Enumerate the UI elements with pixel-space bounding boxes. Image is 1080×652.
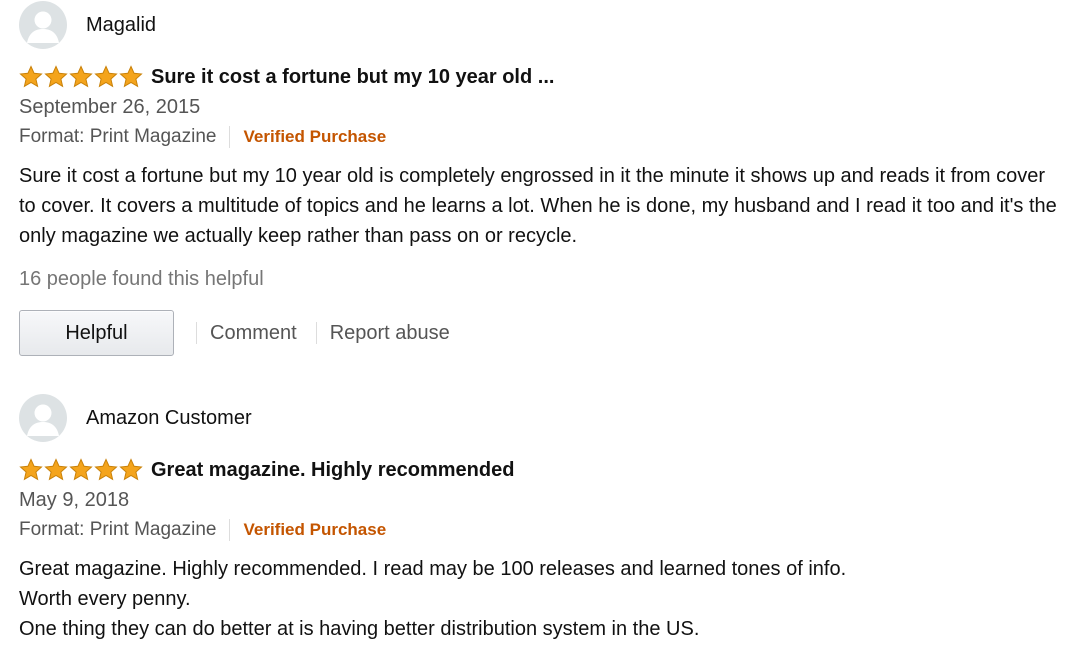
avatar-icon[interactable]: [19, 394, 67, 442]
format-link[interactable]: Format: Print Magazine: [19, 126, 216, 148]
reviewer-name[interactable]: Magalid: [86, 14, 156, 37]
format-link[interactable]: Format: Print Magazine: [19, 519, 216, 541]
review-title-link[interactable]: Sure it cost a fortune but my 10 year ol…: [151, 66, 554, 89]
review-text-line: Worth every penny.: [19, 588, 191, 610]
star-rating[interactable]: [19, 65, 143, 89]
review-heading: Great magazine. Highly recommended: [19, 456, 1059, 484]
helpful-count: 16 people found this helpful: [19, 268, 264, 290]
star-icon: [19, 458, 43, 481]
star-icon: [19, 65, 43, 88]
star-icon: [94, 65, 118, 88]
report-abuse-link[interactable]: Report abuse: [330, 322, 450, 345]
helpful-button[interactable]: Helpful: [19, 310, 174, 356]
review-format-row: Format: Print Magazine Verified Purchase: [19, 122, 1059, 152]
review-text: Sure it cost a fortune but my 10 year ol…: [19, 165, 1057, 247]
star-rating[interactable]: [19, 458, 143, 482]
star-icon: [44, 65, 68, 88]
divider: [196, 322, 197, 344]
comment-link[interactable]: Comment: [210, 322, 297, 345]
review-title-link[interactable]: Great magazine. Highly recommended: [151, 459, 514, 482]
reviewer-profile[interactable]: Magalid: [19, 0, 1059, 50]
verified-purchase-badge: Verified Purchase: [243, 520, 387, 539]
review-text-line: Great magazine. Highly recommended. I re…: [19, 558, 847, 580]
review: Magalid Sure it cost a fortune but my 10…: [19, 0, 1059, 357]
divider: [229, 519, 231, 541]
divider: [229, 126, 231, 148]
verified-purchase-badge: Verified Purchase: [243, 127, 387, 146]
review-date: September 26, 2015: [19, 96, 201, 118]
review-format-row: Format: Print Magazine Verified Purchase: [19, 515, 1059, 545]
divider: [315, 322, 317, 344]
star-icon: [94, 458, 118, 481]
reviewer-name[interactable]: Amazon Customer: [86, 407, 252, 430]
review-text-line: One thing they can do better at is havin…: [19, 618, 700, 640]
review-body: Great magazine. Highly recommended. I re…: [19, 554, 1059, 644]
review-heading: Sure it cost a fortune but my 10 year ol…: [19, 63, 1059, 91]
review-body: Sure it cost a fortune but my 10 year ol…: [19, 161, 1059, 251]
star-icon: [119, 458, 143, 481]
star-icon: [69, 458, 93, 481]
avatar-icon[interactable]: [19, 1, 67, 49]
reviewer-profile[interactable]: Amazon Customer: [19, 393, 1059, 443]
star-icon: [119, 65, 143, 88]
review-actions: Helpful Comment Report abuse: [19, 309, 1059, 357]
star-icon: [44, 458, 68, 481]
star-icon: [69, 65, 93, 88]
review-date: May 9, 2018: [19, 489, 130, 511]
review: Amazon Customer Great magazine. Highly r…: [19, 393, 1059, 644]
